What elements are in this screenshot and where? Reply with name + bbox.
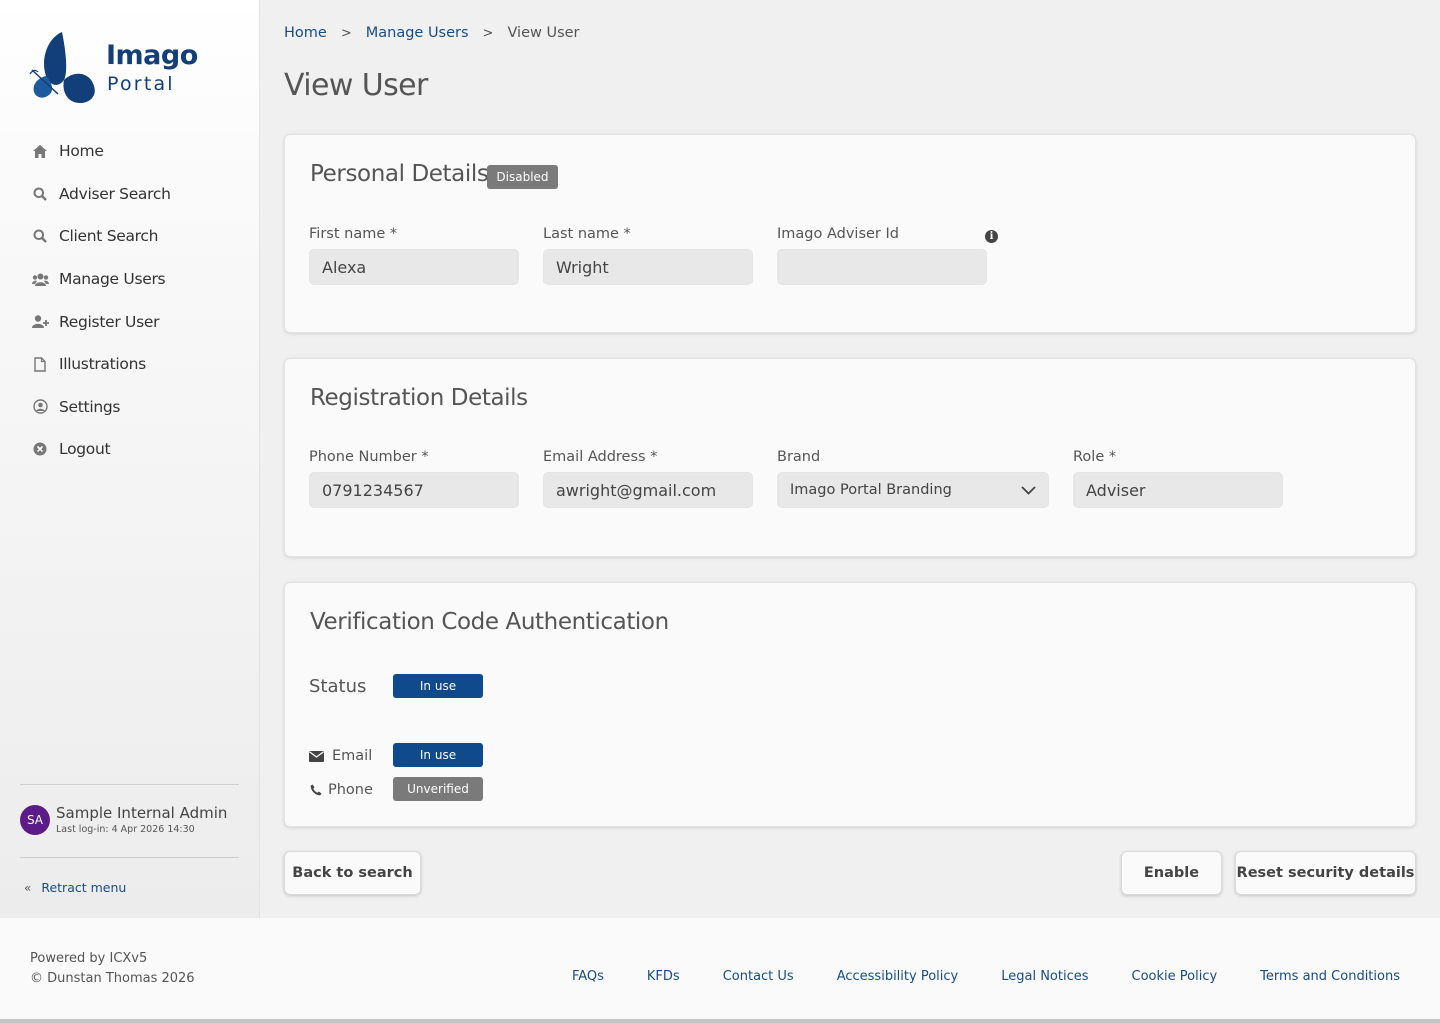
sidebar-divider <box>20 784 239 785</box>
email-status-badge: In use <box>393 743 483 767</box>
phone-number-label: Phone Number * <box>309 449 429 465</box>
retract-menu-label: Retract menu <box>41 880 127 895</box>
sidebar-item-illustrations[interactable]: Illustrations <box>0 343 260 386</box>
footer-link-terms-and-conditions[interactable]: Terms and Conditions <box>1260 969 1400 984</box>
phone-method-label: Phone <box>328 782 373 798</box>
reset-security-details-button[interactable]: Reset security details <box>1235 851 1416 895</box>
breadcrumb: Home > Manage Users > View User <box>284 25 580 41</box>
phone-status-badge: Unverified <box>393 777 483 801</box>
envelope-icon <box>309 751 324 762</box>
copyright: © Dunstan Thomas 2026 <box>30 971 195 986</box>
sidebar-item-logout[interactable]: Logout <box>0 428 260 471</box>
sidebar-item-label: Adviser Search <box>59 184 171 203</box>
footer-bottom-bar <box>0 1019 1440 1023</box>
adviser-id-field[interactable] <box>777 249 987 285</box>
retract-menu-link[interactable]: « Retract menu <box>24 880 126 895</box>
breadcrumb-current: View User <box>507 25 580 41</box>
footer-link-contact-us[interactable]: Contact Us <box>723 969 794 984</box>
brand-select-value: Imago Portal Branding <box>790 482 952 498</box>
email-address-field[interactable]: awright@gmail.com <box>543 472 753 508</box>
first-name-label: First name * <box>309 226 398 242</box>
sidebar-nav: Home Adviser Search Client Search Manage… <box>0 130 260 471</box>
sidebar-item-label: Settings <box>59 397 121 416</box>
search-icon <box>31 185 49 203</box>
user-name: Sample Internal Admin <box>56 804 228 822</box>
footer-link-kfds[interactable]: KFDs <box>647 969 680 984</box>
personal-details-title: Personal Details <box>310 161 489 187</box>
brand-label: Brand <box>777 449 821 465</box>
footer-credits: Powered by ICXv5 © Dunstan Thomas 2026 <box>30 949 195 989</box>
verification-status-badge: In use <box>393 674 483 698</box>
last-login: Last log-in: 4 Apr 2026 14:30 <box>56 824 195 835</box>
info-icon[interactable]: i <box>985 230 998 243</box>
home-icon <box>31 142 49 160</box>
current-user: SA Sample Internal Admin Last log-in: 4 … <box>20 805 227 835</box>
sidebar-divider <box>20 857 239 858</box>
page-title: View User <box>284 68 428 103</box>
registration-details-title: Registration Details <box>310 385 528 411</box>
footer: Powered by ICXv5 © Dunstan Thomas 2026 F… <box>0 918 1440 1019</box>
sidebar-item-manage-users[interactable]: Manage Users <box>0 258 260 301</box>
sidebar-item-label: Manage Users <box>59 270 166 289</box>
verification-status-label: Status <box>309 676 367 697</box>
sidebar-item-adviser-search[interactable]: Adviser Search <box>0 173 260 216</box>
enable-button[interactable]: Enable <box>1121 851 1222 895</box>
powered-by: Powered by ICXv5 <box>30 951 148 966</box>
users-icon <box>31 270 49 288</box>
avatar: SA <box>20 805 50 835</box>
logo-text-portal: Portal <box>107 73 175 95</box>
brand-select[interactable]: Imago Portal Branding <box>777 472 1049 508</box>
back-to-search-button[interactable]: Back to search <box>284 851 421 895</box>
registration-details-card: Registration Details Phone Number * 0791… <box>284 358 1416 557</box>
file-icon <box>31 355 49 373</box>
footer-link-accessibility-policy[interactable]: Accessibility Policy <box>837 969 959 984</box>
adviser-id-label: Imago Adviser Id <box>777 226 899 242</box>
breadcrumb-separator: > <box>340 25 352 41</box>
sidebar-item-settings[interactable]: Settings <box>0 386 260 429</box>
last-name-field[interactable]: Wright <box>543 249 753 285</box>
last-name-label: Last name * <box>543 226 631 242</box>
close-circle-icon <box>31 440 49 458</box>
footer-link-legal-notices[interactable]: Legal Notices <box>1001 969 1088 984</box>
sidebar-item-label: Home <box>59 142 104 161</box>
email-address-label: Email Address * <box>543 449 658 465</box>
sidebar: Imago Portal Home Adviser Search Client … <box>0 0 260 918</box>
sidebar-item-home[interactable]: Home <box>0 130 260 173</box>
sidebar-item-label: Register User <box>59 312 160 331</box>
status-badge: Disabled <box>487 165 558 189</box>
footer-link-faqs[interactable]: FAQs <box>572 969 604 984</box>
first-name-field[interactable]: Alexa <box>309 249 519 285</box>
user-plus-icon <box>31 313 49 331</box>
main-content: Home > Manage Users > View User View Use… <box>260 0 1440 918</box>
personal-details-card: Personal Details Disabled First name * A… <box>284 134 1416 333</box>
footer-link-cookie-policy[interactable]: Cookie Policy <box>1132 969 1218 984</box>
chevron-down-icon <box>1021 486 1036 495</box>
breadcrumb-separator: > <box>482 25 494 41</box>
double-chevron-left-icon: « <box>24 880 32 895</box>
butterfly-logo-icon <box>29 32 95 104</box>
role-field[interactable]: Adviser <box>1073 472 1283 508</box>
phone-icon <box>310 784 322 796</box>
search-icon <box>31 227 49 245</box>
verification-card: Verification Code Authentication Status … <box>284 582 1416 827</box>
sidebar-item-register-user[interactable]: Register User <box>0 300 260 343</box>
breadcrumb-manage-users[interactable]: Manage Users <box>366 25 469 41</box>
email-method-label: Email <box>332 748 373 764</box>
role-label: Role * <box>1073 449 1117 465</box>
sidebar-item-label: Logout <box>59 440 111 459</box>
sidebar-item-label: Illustrations <box>59 355 146 374</box>
sidebar-item-client-search[interactable]: Client Search <box>0 215 260 258</box>
imago-portal-logo[interactable]: Imago Portal <box>28 28 198 108</box>
user-circle-icon <box>31 398 49 416</box>
logo-text-imago: Imago <box>106 40 198 71</box>
footer-links: FAQs KFDs Contact Us Accessibility Polic… <box>529 969 1400 984</box>
verification-title: Verification Code Authentication <box>310 609 669 635</box>
phone-number-field[interactable]: 0791234567 <box>309 472 519 508</box>
breadcrumb-home[interactable]: Home <box>284 25 327 41</box>
sidebar-item-label: Client Search <box>59 227 159 246</box>
